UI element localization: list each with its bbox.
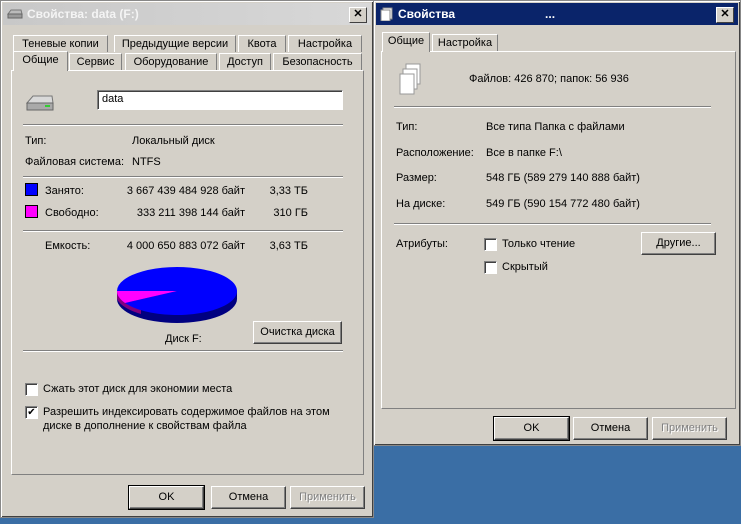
- type-value: Локальный диск: [132, 135, 215, 147]
- free-space-label: Свободно:: [45, 207, 99, 219]
- read-only-label: Только чтение: [502, 238, 576, 250]
- divider: [23, 230, 343, 232]
- hard-drive-icon: [25, 95, 54, 111]
- size-label: Размер:: [396, 172, 437, 184]
- compress-drive-label: Сжать этот диск для экономии места: [43, 383, 233, 395]
- capacity-size: 3,63 ТБ: [269, 240, 308, 252]
- tab-tools[interactable]: Сервис: [69, 53, 122, 70]
- multiple-files-icon: [399, 63, 421, 95]
- disk-label: Диск F:: [165, 333, 202, 345]
- divider: [23, 176, 343, 178]
- tab-shadow-copies[interactable]: Теневые копии: [13, 35, 108, 52]
- type-label: Тип:: [396, 121, 418, 133]
- size-on-disk-label: На диске:: [396, 198, 446, 210]
- close-button[interactable]: ✕: [349, 7, 367, 23]
- type-label: Тип:: [25, 135, 47, 147]
- general-tab-panel: [381, 51, 736, 409]
- folder-properties-window: Свойства ... ✕ Общие Настройка Файлов: 4…: [373, 0, 741, 446]
- ok-button[interactable]: OK: [493, 416, 570, 441]
- window-title: Свойства: [398, 7, 456, 21]
- tab-customize[interactable]: Настройка: [432, 34, 498, 51]
- apply-button[interactable]: Применить: [290, 486, 365, 509]
- disk-usage-pie-chart: [117, 267, 237, 323]
- advanced-attributes-button[interactable]: Другие...: [641, 232, 716, 255]
- tab-customize[interactable]: Настройка: [288, 35, 362, 52]
- attributes-label: Атрибуты:: [396, 238, 448, 250]
- tab-quota[interactable]: Квота: [238, 35, 286, 52]
- used-space-label: Занято:: [45, 185, 84, 197]
- disk-cleanup-button[interactable]: Очистка диска: [253, 321, 342, 344]
- close-icon: ✕: [353, 8, 363, 20]
- used-space-size: 3,33 ТБ: [269, 185, 308, 197]
- divider: [394, 106, 711, 108]
- file-folder-count: Файлов: 426 870; папок: 56 936: [469, 73, 629, 85]
- folder-properties-titlebar[interactable]: Свойства ...: [376, 3, 738, 25]
- tab-sharing[interactable]: Доступ: [219, 53, 271, 70]
- close-button[interactable]: ✕: [716, 7, 734, 23]
- filesystem-label: Файловая система:: [25, 156, 125, 168]
- type-value: Все типа Папка с файлами: [486, 121, 625, 133]
- hidden-checkbox[interactable]: [484, 261, 497, 274]
- disk-properties-window: Свойства: data (F:) ✕ Теневые копии Пред…: [0, 0, 374, 518]
- hidden-label: Скрытый: [502, 261, 548, 273]
- ok-button[interactable]: OK: [128, 485, 205, 510]
- size-on-disk-value: 549 ГБ (590 154 772 480 байт): [486, 198, 640, 210]
- window-title-suffix: ...: [545, 7, 556, 21]
- read-only-checkbox[interactable]: [484, 238, 497, 251]
- used-space-bytes: 3 667 439 484 928 байт: [126, 185, 245, 197]
- capacity-label: Емкость:: [45, 240, 91, 252]
- used-space-swatch: [25, 183, 38, 196]
- apply-button[interactable]: Применить: [652, 417, 727, 440]
- disk-properties-titlebar[interactable]: Свойства: data (F:): [3, 3, 371, 25]
- capacity-bytes: 4 000 650 883 072 байт: [126, 240, 245, 252]
- allow-indexing-label-line2: диске в дополнение к свойствам файла: [43, 420, 247, 432]
- drive-icon: [7, 9, 23, 19]
- checkmark-icon: ✔: [27, 407, 36, 418]
- compress-drive-checkbox[interactable]: [25, 383, 38, 396]
- location-label: Расположение:: [396, 147, 474, 159]
- volume-name-input[interactable]: data: [97, 90, 343, 110]
- tab-general[interactable]: Общие: [13, 51, 68, 71]
- free-space-swatch: [25, 205, 38, 218]
- documents-icon: [380, 7, 393, 21]
- allow-indexing-checkbox[interactable]: ✔: [25, 406, 38, 419]
- free-space-size: 310 ГБ: [273, 207, 308, 219]
- cancel-button[interactable]: Отмена: [211, 486, 286, 509]
- tab-hardware[interactable]: Оборудование: [125, 53, 217, 70]
- window-title: Свойства: data (F:): [27, 7, 139, 21]
- location-value: Все в папке F:\: [486, 147, 562, 159]
- divider: [394, 223, 711, 225]
- free-space-bytes: 333 211 398 144 байт: [136, 207, 245, 219]
- size-value: 548 ГБ (589 279 140 888 байт): [486, 172, 640, 184]
- filesystem-value: NTFS: [132, 156, 161, 168]
- tab-general[interactable]: Общие: [382, 32, 430, 52]
- divider: [23, 350, 343, 352]
- tab-previous-versions[interactable]: Предыдущие версии: [114, 35, 236, 52]
- divider: [23, 124, 343, 126]
- allow-indexing-label-line1: Разрешить индексировать содержимое файло…: [43, 406, 330, 418]
- tab-security[interactable]: Безопасность: [273, 53, 362, 70]
- close-icon: ✕: [720, 8, 730, 20]
- cancel-button[interactable]: Отмена: [573, 417, 648, 440]
